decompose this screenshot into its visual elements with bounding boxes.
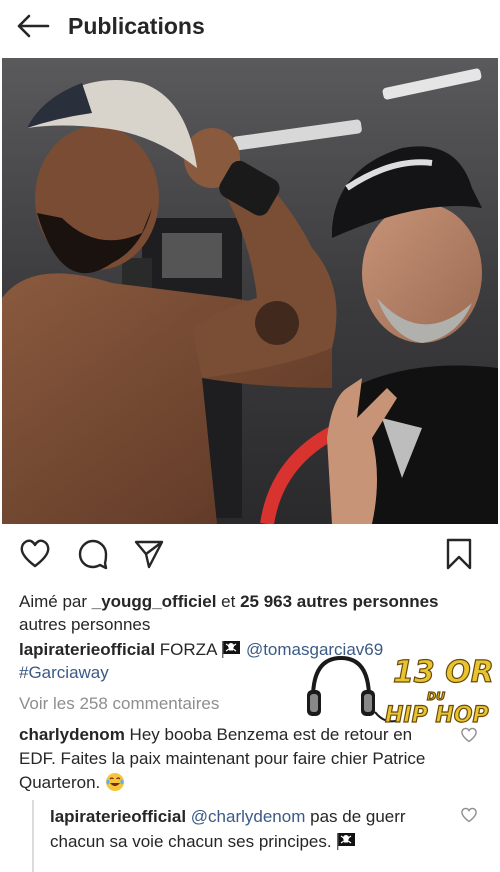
- view-all-comments-link[interactable]: Voir les 258 commentaires: [19, 694, 219, 714]
- watermark-line3: HIP HOP: [385, 703, 489, 728]
- reply-thread-line: [32, 800, 34, 872]
- site-watermark-logo: 13 OR DU HIP HOP: [307, 654, 494, 729]
- gym-selfie-image: [2, 58, 498, 524]
- arrow-left-icon: [17, 14, 50, 38]
- watermark-line2: DU: [427, 690, 445, 703]
- comment-username[interactable]: charlydenom: [19, 725, 125, 744]
- pirate-flag-icon: [337, 833, 356, 850]
- first-liker-username[interactable]: _yougg_officiel: [92, 592, 217, 611]
- comment-item: charlydenom Hey booba Benzema est de ret…: [19, 723, 449, 795]
- post-photo[interactable]: [2, 58, 498, 524]
- heart-outline-icon: [20, 539, 50, 568]
- likes-suffix: autres personnes: [19, 615, 151, 634]
- caption-username[interactable]: lapiraterieofficial: [19, 640, 155, 659]
- bookmark-icon: [446, 538, 472, 570]
- likes-summary: Aimé par _yougg_officiel et 25 963 autre…: [19, 590, 485, 636]
- reply-text: pas de guerr: [310, 807, 406, 826]
- paper-plane-icon: [134, 540, 164, 569]
- pirate-flag-icon: [222, 641, 241, 658]
- caption-hashtag[interactable]: #Garciaway: [19, 663, 109, 682]
- reply-like-heart-icon[interactable]: [460, 806, 478, 824]
- comment-button[interactable]: [76, 536, 110, 572]
- page-title: Publications: [68, 12, 205, 39]
- reply-username[interactable]: lapiraterieofficial: [50, 807, 186, 826]
- share-button[interactable]: [132, 536, 166, 572]
- reply-item: lapiraterieofficial @charlydenom pas de …: [50, 804, 450, 854]
- reply-mention[interactable]: @charlydenom: [191, 807, 306, 826]
- top-bar: Publications: [0, 0, 500, 52]
- speech-bubble-icon: [78, 539, 108, 570]
- post-actions: [0, 536, 500, 576]
- save-button[interactable]: [442, 536, 476, 572]
- back-button[interactable]: [16, 11, 52, 41]
- tears-of-joy-icon: [106, 773, 124, 791]
- reply-text-line2: chacun sa voie chacun ses principes.: [50, 832, 332, 851]
- like-button[interactable]: [18, 536, 52, 572]
- likes-prefix: Aimé par: [19, 592, 92, 611]
- watermark-line1: 13 OR: [393, 655, 494, 690]
- likes-count[interactable]: 25 963 autres personnes: [240, 592, 438, 611]
- likes-connector: et: [216, 592, 241, 611]
- caption-text: FORZA: [159, 640, 217, 659]
